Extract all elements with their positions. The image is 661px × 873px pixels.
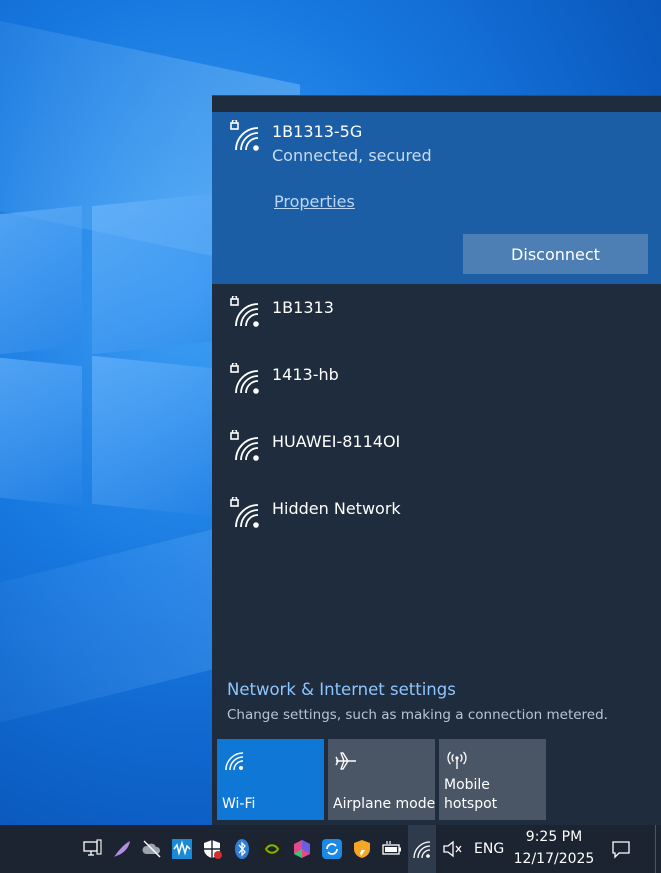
wifi-secured-icon <box>230 361 262 395</box>
nvidia-icon[interactable] <box>260 837 284 861</box>
network-item[interactable]: Hidden Network <box>212 489 661 549</box>
network-computer-icon[interactable] <box>80 837 104 861</box>
tile-label: Airplane mode <box>333 796 436 812</box>
disconnect-button[interactable]: Disconnect <box>463 234 648 274</box>
notifications-icon[interactable] <box>609 837 633 861</box>
airplane-mode-tile[interactable]: Airplane mode <box>328 739 435 820</box>
network-item[interactable]: HUAWEI-8114OI <box>212 422 661 482</box>
network-name: Hidden Network <box>272 499 401 518</box>
connected-network-name: 1B1313-5G <box>272 122 363 141</box>
network-name: 1413-hb <box>272 365 339 384</box>
wifi-secured-icon <box>230 294 262 328</box>
hotspot-icon <box>445 749 469 773</box>
clock-time[interactable]: 9:25 PM <box>508 829 600 845</box>
language-indicator[interactable]: ENG <box>474 841 504 857</box>
network-flyout: 1B1313-5G Connected, secured Properties … <box>212 95 661 826</box>
network-item[interactable]: 1B1313 <box>212 288 661 348</box>
wifi-icon <box>223 749 247 773</box>
network-name: 1B1313 <box>272 298 334 317</box>
taskbar: ENG 9:25 PM 12/17/2025 <box>0 825 661 873</box>
battery-icon[interactable] <box>380 837 404 861</box>
mute-speaker-icon[interactable] <box>440 837 464 861</box>
connection-status: Connected, secured <box>272 146 432 165</box>
wifi-icon[interactable] <box>410 837 434 861</box>
bluetooth-icon[interactable] <box>230 837 254 861</box>
clock-date[interactable]: 12/17/2025 <box>508 851 600 867</box>
airplane-icon <box>334 749 358 773</box>
office-icon[interactable] <box>290 837 314 861</box>
cloud-offline-icon[interactable] <box>140 837 164 861</box>
show-desktop-divider <box>655 825 656 873</box>
wifi-secured-icon <box>230 495 262 529</box>
properties-link[interactable]: Properties <box>274 192 355 211</box>
wifi-secured-icon <box>230 428 262 462</box>
network-settings-description: Change settings, such as making a connec… <box>227 707 608 723</box>
mobile-hotspot-tile[interactable]: Mobile hotspot <box>439 739 546 820</box>
network-name: HUAWEI-8114OI <box>272 432 401 451</box>
security-shield-icon[interactable] <box>350 837 374 861</box>
windows-logo-pane <box>92 355 212 517</box>
tile-label: Mobile hotspot <box>444 777 498 812</box>
wifi-toggle-tile[interactable]: Wi-Fi <box>217 739 324 820</box>
shield-icon[interactable] <box>200 837 224 861</box>
sync-icon[interactable] <box>320 837 344 861</box>
connected-network-item[interactable]: 1B1313-5G Connected, secured Properties … <box>212 112 661 284</box>
network-item[interactable]: 1413-hb <box>212 355 661 415</box>
wifi-secured-icon <box>230 118 262 152</box>
audio-wave-icon[interactable] <box>170 837 194 861</box>
windows-logo-pane <box>92 193 212 355</box>
feather-icon[interactable] <box>110 837 134 861</box>
network-settings-link[interactable]: Network & Internet settings <box>227 680 456 699</box>
tile-label: Wi-Fi <box>222 796 256 812</box>
windows-logo-pane <box>0 357 82 507</box>
windows-logo-pane <box>0 205 82 355</box>
